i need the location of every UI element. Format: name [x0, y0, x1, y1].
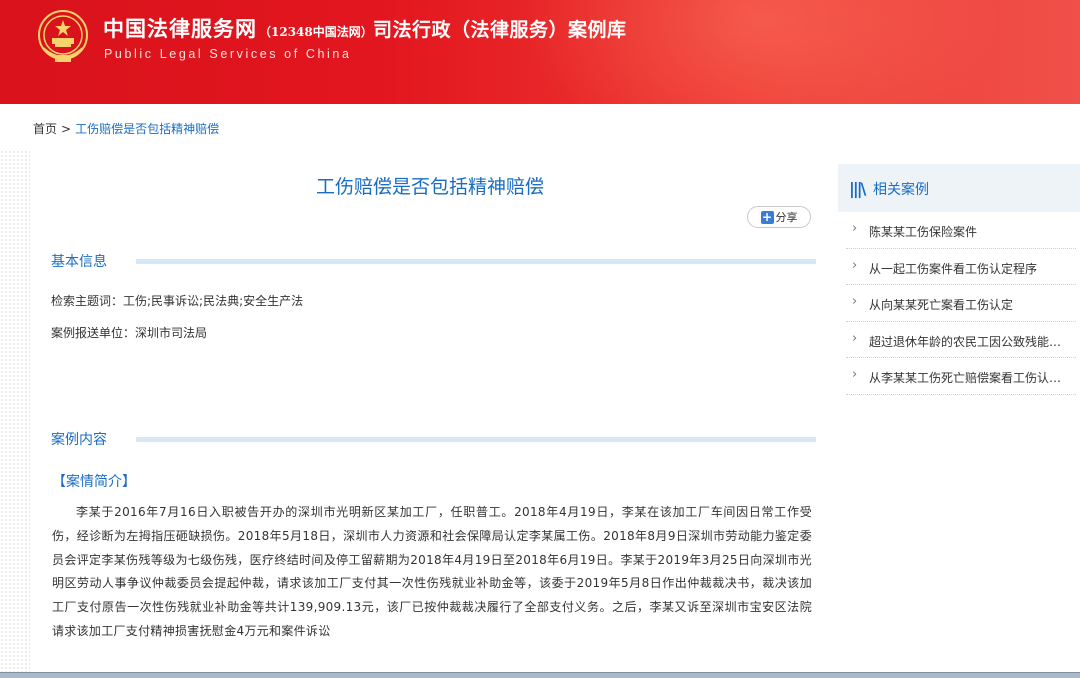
- chevron-right-icon: ›: [852, 294, 858, 309]
- bars-icon: |||\: [849, 179, 866, 198]
- submitter-line: 案例报送单位：深圳市司法局: [51, 326, 208, 340]
- brand-english: Public Legal Services of China: [104, 47, 352, 61]
- chevron-right-icon: ›: [852, 330, 858, 346]
- site-title[interactable]: 司法行政（法律服务）案例库: [373, 15, 627, 42]
- related-cases-panel: |||\ 相关案例 › 陈某某工伤保险案件 › 从一起工伤案件看工伤认定程序 › 从向…: [838, 164, 1080, 404]
- main-content: 工伤赔偿是否包括精神赔偿 + 分享 基本信息 检索主题词：工伤;民事诉讼;民法典…: [34, 150, 826, 678]
- section-case-content: 案例内容: [51, 429, 816, 449]
- section-heading: 基本信息: [51, 254, 107, 270]
- related-case-item[interactable]: › 陈某某工伤保险案件: [846, 212, 1076, 249]
- case-subheading: 【案情简介】: [52, 474, 136, 490]
- share-label: 分享: [775, 211, 798, 224]
- section-divider: [136, 437, 816, 442]
- taskbar: [0, 672, 1080, 678]
- plus-icon: +: [760, 209, 774, 224]
- related-case-label[interactable]: 从李某某工伤死亡赔偿案看工伤认定标准: [869, 369, 1069, 386]
- chevron-right-icon: ›: [852, 221, 858, 236]
- article-title: 工伤赔偿是否包括精神赔偿: [315, 176, 544, 198]
- section-divider: [136, 259, 816, 264]
- breadcrumb-home[interactable]: 首页: [33, 122, 57, 136]
- related-cases-list: › 陈某某工伤保险案件 › 从一起工伤案件看工伤认定程序 › 从向某某死亡案看工伤认定…: [846, 212, 1076, 395]
- section-basic-info: 基本信息: [51, 251, 816, 271]
- related-case-item[interactable]: › 从一起工伤案件看工伤认定程序: [846, 249, 1076, 285]
- related-case-label[interactable]: 从一起工伤案件看工伤认定程序: [869, 260, 1069, 277]
- related-cases-header: |||\ 相关案例: [838, 164, 1080, 212]
- keywords-line: 检索主题词：工伤;民事诉讼;民法典;安全生产法: [51, 294, 304, 308]
- related-case-item[interactable]: › 从向某某死亡案看工伤认定: [846, 285, 1076, 322]
- related-case-item[interactable]: › 从李某某工伤死亡赔偿案看工伤认定标准: [846, 358, 1076, 395]
- breadcrumb: 首页 > 工伤赔偿是否包括精神赔偿: [33, 120, 219, 137]
- left-decoration: [0, 150, 30, 678]
- related-case-item[interactable]: › 超过退休年龄的农民工因公致残能否认定工伤: [846, 322, 1076, 358]
- related-cases-heading: 相关案例: [873, 182, 929, 198]
- related-case-label[interactable]: 超过退休年龄的农民工因公致残能否认定工伤: [869, 333, 1069, 350]
- national-emblem-icon[interactable]: [35, 8, 91, 66]
- chevron-right-icon: ›: [852, 367, 858, 382]
- section-heading: 案例内容: [51, 432, 107, 448]
- case-body-text: 李某于2016年7月16日入职被告开办的深圳市光明新区某加工厂，任职普工。201…: [52, 505, 812, 638]
- breadcrumb-separator: >: [61, 122, 72, 136]
- breadcrumb-current[interactable]: 工伤赔偿是否包括精神赔偿: [75, 122, 219, 136]
- brand-sub: （12348中国法网）: [259, 25, 373, 39]
- related-case-label[interactable]: 陈某某工伤保险案件: [869, 223, 1069, 240]
- brand-name[interactable]: 中国法律服务网 （12348中国法网）: [103, 13, 373, 43]
- related-case-label[interactable]: 从向某某死亡案看工伤认定: [869, 296, 1069, 313]
- chevron-right-icon: ›: [852, 257, 858, 273]
- share-button[interactable]: + 分享: [747, 206, 811, 228]
- site-header: 中国法律服务网 （12348中国法网） Public Legal Services…: [0, 0, 1080, 104]
